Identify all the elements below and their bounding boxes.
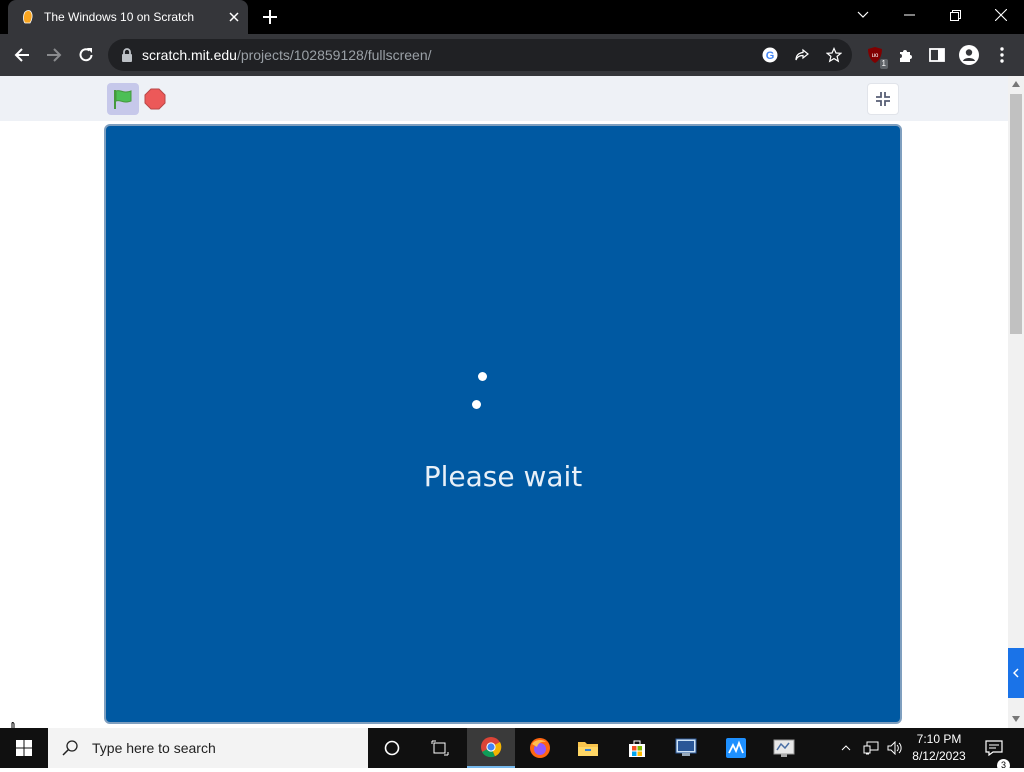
browser-tab[interactable]: The Windows 10 on Scratch (8, 0, 248, 34)
page-scrollbar[interactable] (1008, 76, 1024, 728)
stage-controls-bar (0, 76, 1008, 121)
plus-icon[interactable] (256, 4, 284, 30)
store-icon[interactable] (613, 728, 661, 768)
clock-date: 8/12/2023 (912, 749, 966, 763)
scroll-up-icon[interactable] (1012, 81, 1020, 87)
taskbar-search[interactable]: Type here to search (48, 728, 368, 768)
reload-icon[interactable] (71, 40, 101, 70)
clock-time: 7:10 PM (916, 732, 962, 746)
network-icon[interactable] (860, 728, 882, 768)
side-panel-tab[interactable] (1008, 648, 1024, 698)
chevron-up-icon[interactable] (836, 728, 856, 768)
windows-icon (16, 740, 32, 756)
restore-icon[interactable] (932, 0, 978, 30)
scroll-thumb[interactable] (1010, 94, 1022, 334)
green-flag-button[interactable] (107, 83, 139, 115)
chevron-left-icon (1013, 668, 1019, 678)
close-window-icon[interactable] (978, 0, 1024, 30)
loading-dot (478, 372, 487, 381)
file-explorer-icon[interactable] (564, 728, 612, 768)
scroll-down-icon[interactable] (1012, 716, 1020, 722)
task-view-icon[interactable] (416, 728, 464, 768)
exit-fullscreen-icon (876, 92, 890, 106)
browser-toolbar: scratch.mit.edu/projects/102859128/fulls… (0, 34, 1024, 76)
close-icon[interactable] (220, 3, 248, 31)
search-icon (62, 740, 78, 756)
taskbar-clock[interactable]: 7:10 PM 8/12/2023 (902, 731, 976, 765)
forward-icon[interactable] (39, 40, 69, 70)
loading-dot (472, 400, 481, 409)
page-content: Please wait (0, 76, 1008, 728)
firefox-icon[interactable] (516, 728, 564, 768)
profile-icon[interactable] (958, 44, 980, 66)
start-button[interactable] (0, 728, 48, 768)
monitor-app-icon[interactable] (760, 728, 808, 768)
windows-taskbar: Type here to search 7:10 PM 8/12/2023 3 (0, 728, 1024, 772)
stop-button[interactable] (143, 87, 167, 111)
svg-text:uo: uo (872, 53, 879, 59)
status-text: Please wait (423, 460, 583, 493)
notification-icon[interactable]: 3 (982, 728, 1010, 772)
sidepanel-icon[interactable] (926, 44, 948, 66)
svg-text:G: G (766, 50, 775, 62)
lock-icon[interactable] (120, 47, 134, 63)
google-icon[interactable]: G (760, 45, 780, 65)
star-icon[interactable] (824, 45, 844, 65)
scratch-favicon (23, 10, 33, 24)
extension-badge: 1 (879, 59, 888, 69)
puzzle-icon[interactable] (895, 44, 917, 66)
chevron-down-icon[interactable] (840, 0, 886, 30)
back-icon[interactable] (7, 40, 37, 70)
minimize-icon[interactable] (886, 0, 932, 30)
browser-titlebar: The Windows 10 on Scratch (0, 0, 1024, 34)
url-text: scratch.mit.edu/projects/102859128/fulls… (142, 47, 432, 63)
menu-icon[interactable] (991, 44, 1013, 66)
cortana-icon[interactable] (368, 728, 416, 768)
exit-fullscreen-button[interactable] (867, 83, 899, 115)
share-icon[interactable] (792, 45, 812, 65)
stop-icon (144, 88, 166, 110)
project-stage[interactable]: Please wait (104, 124, 902, 724)
chrome-icon[interactable] (467, 728, 515, 768)
address-bar[interactable]: scratch.mit.edu/projects/102859128/fulls… (108, 39, 852, 71)
ublock-extension-icon[interactable]: uo 1 (864, 44, 888, 69)
search-placeholder: Type here to search (92, 740, 216, 756)
tab-title: The Windows 10 on Scratch (44, 10, 195, 24)
notification-count: 3 (997, 759, 1010, 772)
green-flag-icon (114, 90, 132, 109)
app-icon[interactable] (712, 728, 760, 768)
remote-desktop-icon[interactable] (662, 728, 710, 768)
